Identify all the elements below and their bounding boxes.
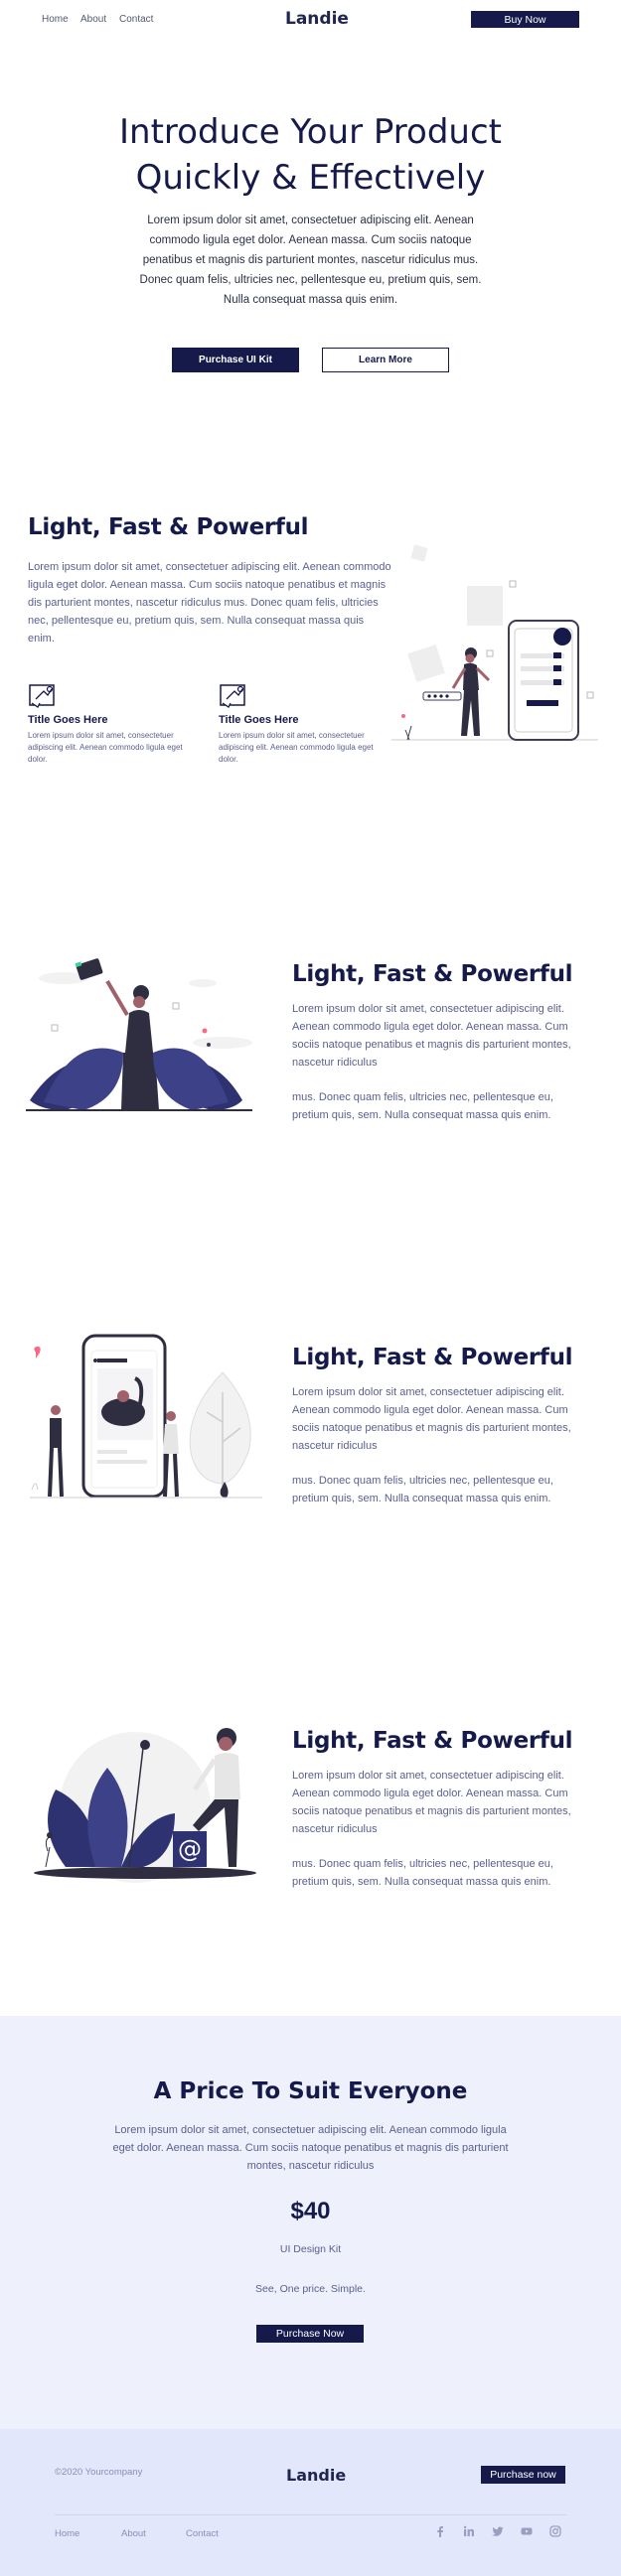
footer-logo[interactable]: Landie bbox=[286, 2466, 346, 2485]
woman-lotus-illustration bbox=[26, 958, 252, 1111]
pricing-title: A Price To Suit Everyone bbox=[153, 2078, 468, 2104]
woman-phone-illustration bbox=[391, 544, 598, 741]
product-name: UI Design Kit bbox=[279, 2243, 342, 2255]
logo[interactable]: Landie bbox=[285, 9, 349, 29]
section3-title: Light, Fast & Powerful bbox=[292, 1728, 573, 1754]
features-text: Lorem ipsum dolor sit amet, consectetuer… bbox=[28, 561, 391, 644]
footer-link-contact[interactable]: Contact bbox=[186, 2528, 219, 2539]
linkedin-icon[interactable] bbox=[462, 2525, 476, 2537]
footer-divider bbox=[55, 2514, 566, 2515]
hero-text: Lorem ipsum dolor sit amet, consectetuer… bbox=[139, 215, 482, 306]
section2-title: Light, Fast & Powerful bbox=[292, 1345, 573, 1370]
nav-link-about[interactable]: About bbox=[80, 14, 106, 25]
section3-text2: mus. Donec quam felis, ultricies nec, pe… bbox=[292, 1858, 553, 1888]
nav-link-contact[interactable]: Contact bbox=[119, 14, 153, 25]
section2-text1: Lorem ipsum dolor sit amet, consectetuer… bbox=[292, 1386, 571, 1452]
section1-text2: mus. Donec quam felis, ultricies nec, pe… bbox=[292, 1091, 553, 1121]
youtube-icon[interactable] bbox=[520, 2525, 534, 2537]
purchase-now-button[interactable]: Purchase Now bbox=[256, 2325, 364, 2343]
pricing-tagline: See, One price. Simple. bbox=[255, 2283, 366, 2295]
footer-link-home[interactable]: Home bbox=[55, 2528, 79, 2539]
twitter-icon[interactable] bbox=[491, 2525, 505, 2537]
instagram-icon[interactable] bbox=[548, 2525, 562, 2537]
footer bbox=[0, 2429, 621, 2576]
section1-text1: Lorem ipsum dolor sit amet, consectetuer… bbox=[292, 1003, 571, 1069]
megaphone-board-icon bbox=[29, 684, 55, 708]
pricing-wave bbox=[0, 2016, 621, 2036]
section3-text1: Lorem ipsum dolor sit amet, consectetuer… bbox=[292, 1770, 571, 1835]
purchase-ui-kit-button[interactable]: Purchase UI Kit bbox=[172, 348, 299, 372]
hero-title-line1: Introduce Your Product bbox=[119, 112, 502, 152]
buy-now-button[interactable]: Buy Now bbox=[471, 11, 579, 28]
megaphone-board-icon bbox=[220, 684, 245, 708]
pricing-text: Lorem ipsum dolor sit amet, consectetuer… bbox=[112, 2124, 509, 2172]
section1-title: Light, Fast & Powerful bbox=[292, 961, 573, 987]
plant-at-sign-illustration: @ bbox=[34, 1728, 256, 1883]
features-title: Light, Fast & Powerful bbox=[28, 514, 309, 540]
section2-text2: mus. Donec quam felis, ultricies nec, pe… bbox=[292, 1475, 553, 1504]
feature-title-1: Title Goes Here bbox=[28, 714, 108, 726]
facebook-icon[interactable] bbox=[433, 2525, 447, 2537]
price: $40 bbox=[290, 2198, 331, 2224]
nav-link-home[interactable]: Home bbox=[42, 14, 69, 25]
phone-flamingo-illustration bbox=[30, 1334, 262, 1499]
footer-purchase-button[interactable]: Purchase now bbox=[481, 2466, 565, 2484]
learn-more-button[interactable]: Learn More bbox=[322, 348, 449, 372]
footer-link-about[interactable]: About bbox=[121, 2528, 146, 2539]
hero-title-line2: Quickly & Effectively bbox=[135, 158, 486, 198]
feature-text-2: Lorem ipsum dolor sit amet, consectetuer… bbox=[219, 731, 374, 764]
feature-title-2: Title Goes Here bbox=[219, 714, 299, 726]
copyright: ©2020 Yourcompany bbox=[55, 2467, 143, 2478]
hero-title: Introduce Your Product Quickly & Effecti… bbox=[0, 109, 621, 201]
feature-text-1: Lorem ipsum dolor sit amet, consectetuer… bbox=[28, 731, 183, 764]
svg-text:@: @ bbox=[178, 1835, 202, 1863]
